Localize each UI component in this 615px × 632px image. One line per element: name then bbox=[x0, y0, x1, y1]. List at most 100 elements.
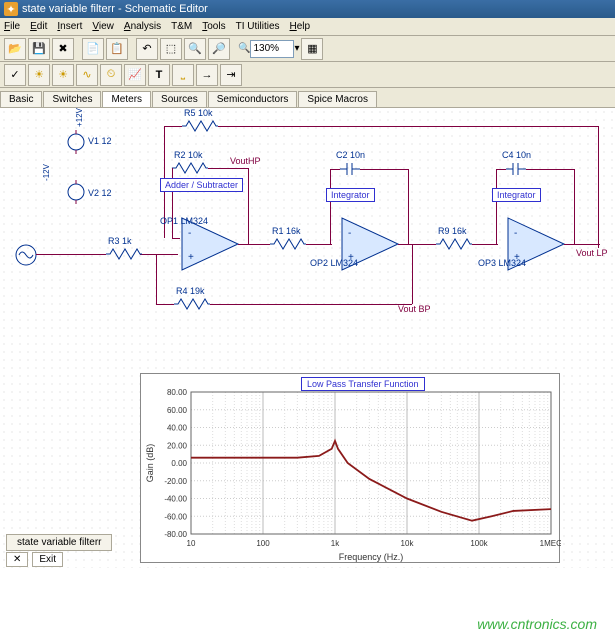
document-tabs: state variable filterr bbox=[6, 534, 114, 551]
toolbar-analysis: ✓ ☀ ☀ ∿ ⏲ 📈 T ⎵ → ⇥ bbox=[0, 62, 615, 88]
label-r1: R1 16k bbox=[272, 226, 301, 236]
svg-text:20.00: 20.00 bbox=[167, 441, 188, 450]
wire bbox=[208, 168, 248, 169]
label-op1: OP1 LM324 bbox=[160, 216, 208, 226]
status-close[interactable]: ✕ bbox=[6, 552, 28, 567]
svg-text:-80.00: -80.00 bbox=[164, 530, 187, 539]
wire bbox=[172, 238, 180, 239]
dc-icon[interactable]: ☀ bbox=[28, 64, 50, 86]
svg-text:40.00: 40.00 bbox=[167, 424, 188, 433]
svg-text:1k: 1k bbox=[331, 539, 340, 548]
undo-icon[interactable]: ↶ bbox=[136, 38, 158, 60]
label-op3: OP3 LM324 bbox=[478, 258, 526, 268]
open-icon[interactable]: 📂 bbox=[4, 38, 26, 60]
label-r5: R5 10k bbox=[184, 108, 213, 118]
tab-semiconductors[interactable]: Semiconductors bbox=[208, 91, 298, 107]
save-icon[interactable]: 💾 bbox=[28, 38, 50, 60]
dc2-icon[interactable]: ☀ bbox=[52, 64, 74, 86]
chart-plot: -80.00-60.00-40.00-20.000.0020.0040.0060… bbox=[141, 374, 561, 564]
menu-tools[interactable]: Tools bbox=[202, 21, 225, 32]
menubar[interactable]: FFileile Edit Insert View Analysis T&M T… bbox=[0, 18, 615, 36]
voltage-source-v1[interactable] bbox=[62, 128, 90, 159]
resistor-r1[interactable] bbox=[270, 238, 306, 250]
label-plus12v-1: +12V bbox=[75, 108, 84, 127]
tab-switches[interactable]: Switches bbox=[43, 91, 101, 107]
menu-tm[interactable]: T&M bbox=[171, 21, 192, 32]
menu-file[interactable]: FFileile bbox=[4, 21, 20, 32]
capacitor-c4[interactable] bbox=[506, 162, 526, 176]
svg-text:-: - bbox=[514, 228, 517, 239]
select-icon[interactable]: ⬚ bbox=[160, 38, 182, 60]
schematic-canvas[interactable]: +12V V1 12 -12V V2 12 R3 1k R2 10k VoutH… bbox=[0, 108, 615, 568]
wire bbox=[140, 254, 178, 255]
zoom-control[interactable]: 🔍▾ bbox=[238, 40, 299, 58]
resistor-r5[interactable] bbox=[182, 120, 218, 132]
resistor-r3[interactable] bbox=[106, 248, 142, 260]
plot-icon[interactable]: 📈 bbox=[124, 64, 146, 86]
ac-source[interactable] bbox=[14, 243, 38, 270]
zoom-in-icon[interactable]: 🔍 bbox=[184, 38, 206, 60]
tran-icon[interactable]: ⏲ bbox=[100, 64, 122, 86]
svg-text:Frequency (Hz.): Frequency (Hz.) bbox=[339, 552, 404, 562]
menu-view[interactable]: View bbox=[92, 21, 114, 32]
wire bbox=[210, 304, 412, 305]
paste-icon[interactable]: 📋 bbox=[106, 38, 128, 60]
label-op2: OP2 LM324 bbox=[310, 258, 358, 268]
copy-icon[interactable]: 📄 bbox=[82, 38, 104, 60]
tab-spice-macros[interactable]: Spice Macros bbox=[298, 91, 377, 107]
wire bbox=[496, 169, 497, 244]
svg-text:Gain (dB): Gain (dB) bbox=[145, 444, 155, 483]
box-integ1: Integrator bbox=[326, 188, 375, 202]
close-icon[interactable]: ✖ bbox=[52, 38, 74, 60]
label-r2: R2 10k bbox=[174, 150, 203, 160]
wire bbox=[306, 244, 332, 245]
toolbar-main: 📂 💾 ✖ 📄 📋 ↶ ⬚ 🔍 🔎 🔍▾ ▦ bbox=[0, 36, 615, 62]
menu-analysis[interactable]: Analysis bbox=[124, 21, 161, 32]
zoom-out-icon[interactable]: 🔎 bbox=[208, 38, 230, 60]
wire bbox=[598, 126, 599, 248]
label-r9: R9 16k bbox=[438, 226, 467, 236]
wire bbox=[156, 254, 157, 304]
label-icon[interactable]: ⎵ bbox=[172, 64, 194, 86]
label-r3: R3 1k bbox=[108, 236, 132, 246]
zoom-input[interactable] bbox=[250, 40, 294, 58]
ac-icon[interactable]: ∿ bbox=[76, 64, 98, 86]
tab-basic[interactable]: Basic bbox=[0, 91, 42, 107]
capacitor-c2[interactable] bbox=[340, 162, 360, 176]
label-r4: R4 19k bbox=[176, 286, 205, 296]
status-exit[interactable]: Exit bbox=[32, 552, 63, 567]
erc-icon[interactable]: ✓ bbox=[4, 64, 26, 86]
text-icon[interactable]: T bbox=[148, 64, 170, 86]
bus-icon[interactable]: ⇥ bbox=[220, 64, 242, 86]
tab-sources[interactable]: Sources bbox=[152, 91, 207, 107]
menu-edit[interactable]: Edit bbox=[30, 21, 47, 32]
arrow-icon[interactable]: → bbox=[196, 64, 218, 86]
wire bbox=[330, 169, 331, 244]
titlebar: ✦ state variable filterr - Schematic Edi… bbox=[0, 0, 615, 18]
svg-text:-60.00: -60.00 bbox=[164, 512, 187, 521]
svg-text:100: 100 bbox=[256, 539, 270, 548]
resistor-r4[interactable] bbox=[174, 298, 210, 310]
tab-meters[interactable]: Meters bbox=[102, 91, 151, 107]
box-adder: Adder / Subtracter bbox=[160, 178, 243, 192]
resistor-r2[interactable] bbox=[172, 162, 208, 174]
wire bbox=[248, 168, 249, 244]
wire bbox=[398, 244, 436, 245]
wire bbox=[472, 244, 498, 245]
wire bbox=[564, 244, 600, 245]
doc-tab[interactable]: state variable filterr bbox=[6, 534, 112, 551]
resistor-r9[interactable] bbox=[436, 238, 472, 250]
menu-tiutil[interactable]: TI Utilities bbox=[236, 21, 280, 32]
grid-icon[interactable]: ▦ bbox=[301, 38, 323, 60]
chart-title: Low Pass Transfer Function bbox=[301, 377, 425, 391]
window-title: state variable filterr - Schematic Edito… bbox=[22, 3, 208, 15]
wire bbox=[412, 244, 413, 304]
label-minus12v-1: -12V bbox=[42, 164, 51, 181]
svg-text:-: - bbox=[188, 228, 191, 239]
menu-help[interactable]: Help bbox=[290, 21, 311, 32]
menu-insert[interactable]: Insert bbox=[57, 21, 82, 32]
svg-text:10k: 10k bbox=[401, 539, 415, 548]
voltage-source-v2[interactable] bbox=[62, 178, 90, 209]
wire bbox=[574, 169, 575, 244]
wire bbox=[360, 169, 408, 170]
